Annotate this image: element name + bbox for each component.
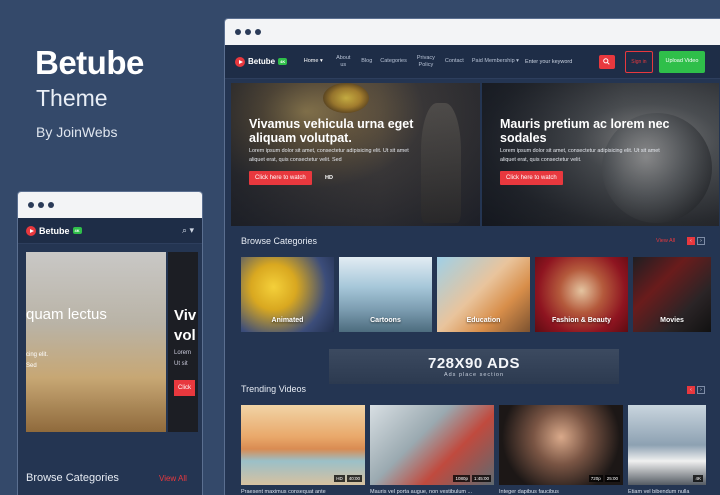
- category-card[interactable]: Animated: [241, 257, 334, 332]
- play-logo-icon: [26, 225, 36, 236]
- video-caption[interactable]: Praesent maximus consequat ante: [241, 489, 365, 495]
- watch-button[interactable]: Click: [174, 380, 195, 396]
- category-card[interactable]: Education: [437, 257, 530, 332]
- category-card[interactable]: Fashion & Beauty: [535, 257, 628, 332]
- hero-title: Vivamus vehicula urna eget aliquam volut…: [249, 117, 414, 145]
- upload-video-button[interactable]: Upload Video: [658, 50, 705, 73]
- window-titlebar: [225, 19, 720, 45]
- search-icon: [603, 58, 611, 65]
- nav-blog[interactable]: Blog: [361, 58, 372, 65]
- hero-slide-1[interactable]: Vivamus vehicula urna eget aliquam volut…: [231, 83, 480, 226]
- video-thumbnail[interactable]: 1080p 1:45:00: [370, 405, 494, 485]
- video-card[interactable]: HD 40:00 Praesent maximus consequat ante: [241, 405, 365, 495]
- promo-title: Betube: [35, 44, 144, 81]
- prev-arrow-icon[interactable]: ‹: [687, 237, 695, 245]
- logo-badge: 4K: [72, 227, 82, 234]
- nav-categories[interactable]: Categories: [380, 58, 407, 65]
- search-icon[interactable]: ⌕ ▾: [182, 225, 194, 236]
- window-titlebar: [18, 192, 202, 218]
- hero-slide-2[interactable]: Mauris pretium ac lorem nec sodales Lore…: [482, 83, 719, 226]
- search-button[interactable]: [598, 54, 615, 69]
- view-all-link[interactable]: View All: [656, 238, 675, 244]
- sign-in-button[interactable]: Sign in: [624, 50, 653, 73]
- mobile-hero-slide[interactable]: Viv vol Lorem Ut sit Click: [168, 252, 198, 432]
- browse-categories-heading: Browse Categories: [241, 236, 318, 246]
- nav-menu: Home ▾ About us Blog Categories Privacy …: [301, 55, 519, 69]
- browse-categories-heading: Browse Categories: [26, 472, 119, 484]
- video-card[interactable]: 1080p 1:45:00 Mauris vel porta augue, non…: [370, 405, 494, 495]
- nav-about[interactable]: About us: [333, 55, 353, 69]
- window-dot: [255, 29, 261, 35]
- quality-badge: HD: [325, 175, 333, 181]
- search-input[interactable]: Enter your keyword: [525, 59, 599, 65]
- watch-button[interactable]: Click here to watch: [249, 171, 312, 185]
- ad-banner[interactable]: 728X90 ADS Ads place section: [329, 349, 619, 384]
- watch-button[interactable]: Click here to watch: [500, 171, 563, 185]
- video-caption[interactable]: Mauris vel porta augue, non vestibulum .…: [370, 489, 494, 495]
- nav-privacy[interactable]: Privacy Policy: [415, 55, 437, 69]
- category-card[interactable]: Movies: [633, 257, 711, 332]
- site-logo[interactable]: Betube 4K: [26, 225, 82, 236]
- video-caption[interactable]: Integer dapibus faucibus: [499, 489, 623, 495]
- mobile-navbar: Betube 4K ⌕ ▾: [18, 218, 202, 244]
- nav-membership[interactable]: Paid Membership ▾: [472, 58, 519, 65]
- mobile-hero-slide[interactable]: quam lectus cing elit. Sed: [26, 252, 166, 432]
- video-caption[interactable]: Etiam vel bibendum nulla: [628, 489, 706, 495]
- logo-text: Betube: [39, 225, 70, 236]
- hero-title: Mauris pretium ac lorem nec sodales: [500, 117, 670, 145]
- trending-arrows: ‹ ›: [687, 386, 705, 394]
- view-all-link[interactable]: View All: [159, 474, 187, 483]
- ad-title: 728X90 ADS: [428, 355, 520, 372]
- hero-title: quam lectus: [26, 306, 107, 323]
- video-card[interactable]: 4K Etiam vel bibendum nulla: [628, 405, 706, 495]
- hero-title: Viv vol: [174, 307, 197, 344]
- mobile-preview-window: Betube 4K ⌕ ▾ quam lectus cing elit. Sed…: [17, 191, 203, 495]
- play-logo-icon: [235, 56, 245, 67]
- window-dot: [38, 202, 44, 208]
- promo-subtitle: Theme: [36, 85, 108, 111]
- prev-arrow-icon[interactable]: ‹: [687, 386, 695, 394]
- hero-text: Lorem ipsum dolor sit amet, consectetur …: [249, 148, 409, 163]
- trending-heading: Trending Videos: [241, 384, 307, 394]
- logo-text: Betube: [248, 57, 276, 66]
- nav-contact[interactable]: Contact: [445, 58, 464, 65]
- site-logo[interactable]: Betube 4K: [235, 56, 288, 67]
- hero-text: cing elit. Sed: [26, 352, 49, 369]
- trending-row: HD 40:00 Praesent maximus consequat ante …: [241, 405, 706, 495]
- desktop-preview-window: Betube 4K Home ▾ About us Blog Categorie…: [224, 18, 720, 495]
- window-dot: [48, 202, 54, 208]
- ad-subtitle: Ads place section: [443, 372, 505, 378]
- window-dot: [28, 202, 34, 208]
- site-navbar: Betube 4K Home ▾ About us Blog Categorie…: [225, 45, 720, 79]
- hero-text: Lorem ipsum dolor sit amet, consectetur …: [500, 148, 660, 163]
- promo-author: By JoinWebs: [36, 124, 118, 140]
- category-row: Animated Cartoons Education Fashion & Be…: [241, 257, 711, 332]
- video-thumbnail[interactable]: HD 40:00: [241, 405, 365, 485]
- category-card[interactable]: Cartoons: [339, 257, 432, 332]
- nav-home[interactable]: Home ▾: [301, 58, 325, 65]
- hero-text: Lorem Ut sit: [174, 350, 192, 367]
- video-thumbnail[interactable]: 720p 25:00: [499, 405, 623, 485]
- window-dot: [245, 29, 251, 35]
- category-arrows: ‹ ›: [687, 237, 705, 245]
- next-arrow-icon[interactable]: ›: [697, 237, 705, 245]
- video-thumbnail[interactable]: 4K: [628, 405, 706, 485]
- logo-badge: 4K: [278, 58, 288, 65]
- video-card[interactable]: 720p 25:00 Integer dapibus faucibus: [499, 405, 623, 495]
- next-arrow-icon[interactable]: ›: [697, 386, 705, 394]
- window-dot: [235, 29, 241, 35]
